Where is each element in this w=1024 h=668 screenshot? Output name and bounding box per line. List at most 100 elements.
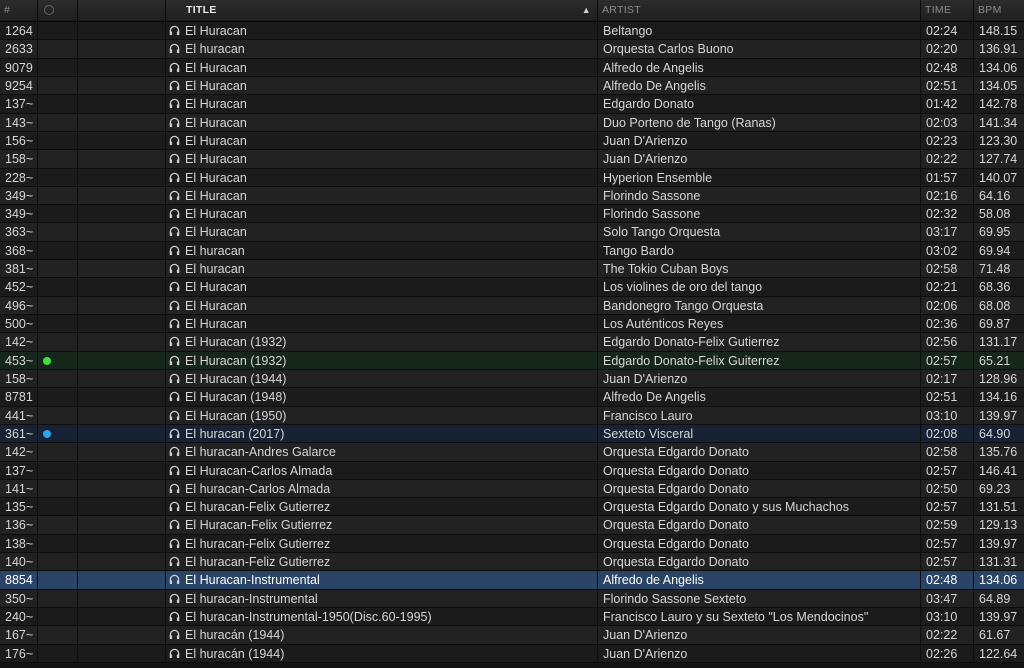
- track-row[interactable]: 8854 El Huracan-Instrumental Alfredo de An…: [0, 571, 1024, 590]
- headphones-icon[interactable]: [169, 41, 180, 54]
- headphones-icon[interactable]: [169, 353, 180, 365]
- track-title-cell: El Huracan (1932): [166, 333, 598, 351]
- headphones-icon[interactable]: [169, 279, 180, 292]
- track-blank-cell: [78, 40, 166, 58]
- track-row[interactable]: 158~ El Huracan (1944) Juan D'Arienzo 02:17…: [0, 369, 1024, 389]
- headphones-icon[interactable]: [169, 627, 180, 640]
- track-row[interactable]: 381~ El huracan The Tokio Cuban Boys 02:58 7…: [0, 260, 1024, 279]
- headphones-icon[interactable]: [169, 334, 180, 347]
- track-row[interactable]: 158~ El Huracan Juan D'Arienzo 02:22 127.74: [0, 150, 1024, 169]
- track-row[interactable]: 441~ El Huracan (1950) Francisco Lauro 03:1…: [0, 406, 1024, 425]
- track-row[interactable]: 453~ El Huracan (1932) Edgardo Donato-Feli…: [0, 351, 1024, 370]
- headphones-icon[interactable]: [169, 243, 180, 255]
- track-blank-cell: [78, 241, 166, 260]
- headphones-icon[interactable]: [169, 60, 180, 72]
- headphones-icon[interactable]: [169, 151, 180, 164]
- headphones-icon[interactable]: [169, 224, 180, 237]
- track-row[interactable]: 142~ El huracan-Andres Galarce Orquesta Ed…: [0, 443, 1024, 462]
- track-artist: Los Auténticos Reyes: [598, 315, 921, 333]
- track-row[interactable]: 240~ El huracan-Instrumental-1950(Disc.60…: [0, 608, 1024, 627]
- track-row[interactable]: 176~ El huracán (1944) Juan D'Arienzo 02:26…: [0, 644, 1024, 663]
- track-row[interactable]: 349~ El Huracan Florindo Sassone 02:32 58.08: [0, 205, 1024, 224]
- track-row[interactable]: 363~ El Huracan Solo Tango Orquesta 03:17 69…: [0, 223, 1024, 242]
- headphones-icon[interactable]: [169, 591, 180, 603]
- track-number: 496~: [0, 296, 38, 314]
- track-row[interactable]: 2633 El huracan Orquesta Carlos Buono 02:20…: [0, 40, 1024, 59]
- track-row[interactable]: 135~ El huracan-Felix Gutierrez Orquesta E…: [0, 498, 1024, 517]
- track-status: [38, 58, 78, 76]
- track-bpm: 135.76: [979, 445, 1018, 460]
- track-row[interactable]: 136~ El Huracan-Felix Gutierrez Orquesta E…: [0, 516, 1024, 535]
- track-bpm: 64.16: [979, 188, 1011, 203]
- headphones-icon[interactable]: [169, 188, 180, 200]
- column-header-title[interactable]: TITLE ▲: [166, 0, 598, 21]
- track-row[interactable]: 361~ El huracan (2017) Sexteto Visceral 02:…: [0, 424, 1024, 444]
- track-row[interactable]: 141~ El huracan-Carlos Almada Orquesta Edg…: [0, 479, 1024, 499]
- track-title: El huracan: [185, 262, 245, 277]
- headphones-icon[interactable]: [169, 133, 180, 145]
- track-number: 136~: [0, 516, 38, 534]
- headphones-icon[interactable]: [169, 371, 180, 384]
- column-header-artist[interactable]: ARTIST: [598, 0, 921, 21]
- headphones-icon[interactable]: [169, 115, 180, 127]
- track-row[interactable]: 156~ El Huracan Juan D'Arienzo 02:23 123.30: [0, 131, 1024, 151]
- track-artist: Duo Porteno de Tango (Ranas): [598, 113, 921, 131]
- track-row[interactable]: 368~ El huracan Tango Bardo 03:02 69.94: [0, 241, 1024, 261]
- headphones-icon[interactable]: [169, 426, 180, 438]
- column-header-status[interactable]: [38, 0, 78, 21]
- headphones-icon[interactable]: [169, 78, 180, 91]
- track-time: 02:57: [921, 553, 974, 571]
- track-artist: Edgardo Donato-Felix Guiterrez: [598, 351, 921, 369]
- track-row[interactable]: 167~ El huracán (1944) Juan D'Arienzo 02:22…: [0, 626, 1024, 645]
- headphones-icon[interactable]: [169, 481, 180, 493]
- track-title: El Huracan: [185, 188, 247, 203]
- track-row[interactable]: 142~ El Huracan (1932) Edgardo Donato-Feli…: [0, 333, 1024, 352]
- track-row[interactable]: 9254 El Huracan Alfredo De Angelis 02:51 134…: [0, 76, 1024, 96]
- headphones-icon[interactable]: [169, 646, 180, 658]
- track-row[interactable]: 8781 El Huracan (1948) Alfredo De Angelis 0…: [0, 388, 1024, 407]
- track-blank-cell: [78, 58, 166, 76]
- headphones-icon[interactable]: [169, 389, 180, 402]
- headphones-icon[interactable]: [169, 261, 180, 274]
- track-row[interactable]: 228~ El Huracan Hyperion Ensemble 01:57 140.…: [0, 168, 1024, 187]
- headphones-icon[interactable]: [169, 463, 180, 475]
- headphones-icon[interactable]: [169, 609, 180, 622]
- track-row[interactable]: 500~ El Huracan Los Auténticos Reyes 02:36 6…: [0, 315, 1024, 334]
- column-header-time[interactable]: TIME: [921, 0, 974, 21]
- track-blank-cell: [78, 479, 166, 498]
- column-header-number[interactable]: #: [0, 0, 38, 21]
- headphones-icon[interactable]: [169, 444, 180, 457]
- track-row[interactable]: 143~ El Huracan Duo Porteno de Tango (Rana…: [0, 113, 1024, 132]
- headphones-icon[interactable]: [169, 96, 180, 109]
- track-bpm: 146.41: [979, 463, 1018, 478]
- track-bpm: 134.05: [979, 78, 1018, 93]
- track-title-cell: El Huracan: [166, 113, 598, 131]
- headphones-icon[interactable]: [169, 170, 180, 182]
- track-status: [38, 260, 78, 278]
- track-time: 02:48: [921, 58, 974, 76]
- track-row[interactable]: 349~ El Huracan Florindo Sassone 02:16 64.16: [0, 186, 1024, 206]
- headphones-icon[interactable]: [169, 517, 180, 530]
- column-header-blank[interactable]: [78, 0, 166, 21]
- track-row[interactable]: 496~ El Huracan Bandonegro Tango Orquesta 0…: [0, 296, 1024, 315]
- headphones-icon[interactable]: [169, 572, 180, 585]
- track-row[interactable]: 1264 El Huracan Beltango 02:24 148.15: [0, 22, 1024, 41]
- track-row[interactable]: 9079 El Huracan Alfredo de Angelis 02:48 134…: [0, 58, 1024, 77]
- track-row[interactable]: 137~ El Huracan-Carlos Almada Orquesta Edg…: [0, 461, 1024, 480]
- headphones-icon[interactable]: [169, 536, 180, 548]
- column-header-bpm[interactable]: BPM: [974, 0, 1024, 21]
- headphones-icon[interactable]: [169, 206, 180, 219]
- headphones-icon[interactable]: [169, 316, 180, 329]
- track-number: 349~: [0, 186, 38, 205]
- headphones-icon[interactable]: [169, 23, 180, 36]
- track-row[interactable]: 140~ El huracan-Feliz Gutierrez Orquesta E…: [0, 553, 1024, 572]
- headphones-icon[interactable]: [169, 499, 180, 512]
- track-row[interactable]: 137~ El Huracan Edgardo Donato 01:42 142.78: [0, 95, 1024, 114]
- track-row[interactable]: 350~ El huracan-Instrumental Florindo Sass…: [0, 589, 1024, 608]
- headphones-icon[interactable]: [169, 298, 180, 310]
- headphones-icon[interactable]: [169, 408, 180, 420]
- track-row[interactable]: 452~ El Huracan Los violines de oro del ta…: [0, 278, 1024, 297]
- track-title: El Huracan: [185, 97, 247, 112]
- track-row[interactable]: 138~ El huracan-Felix Gutierrez Orquesta E…: [0, 534, 1024, 554]
- headphones-icon[interactable]: [169, 554, 180, 567]
